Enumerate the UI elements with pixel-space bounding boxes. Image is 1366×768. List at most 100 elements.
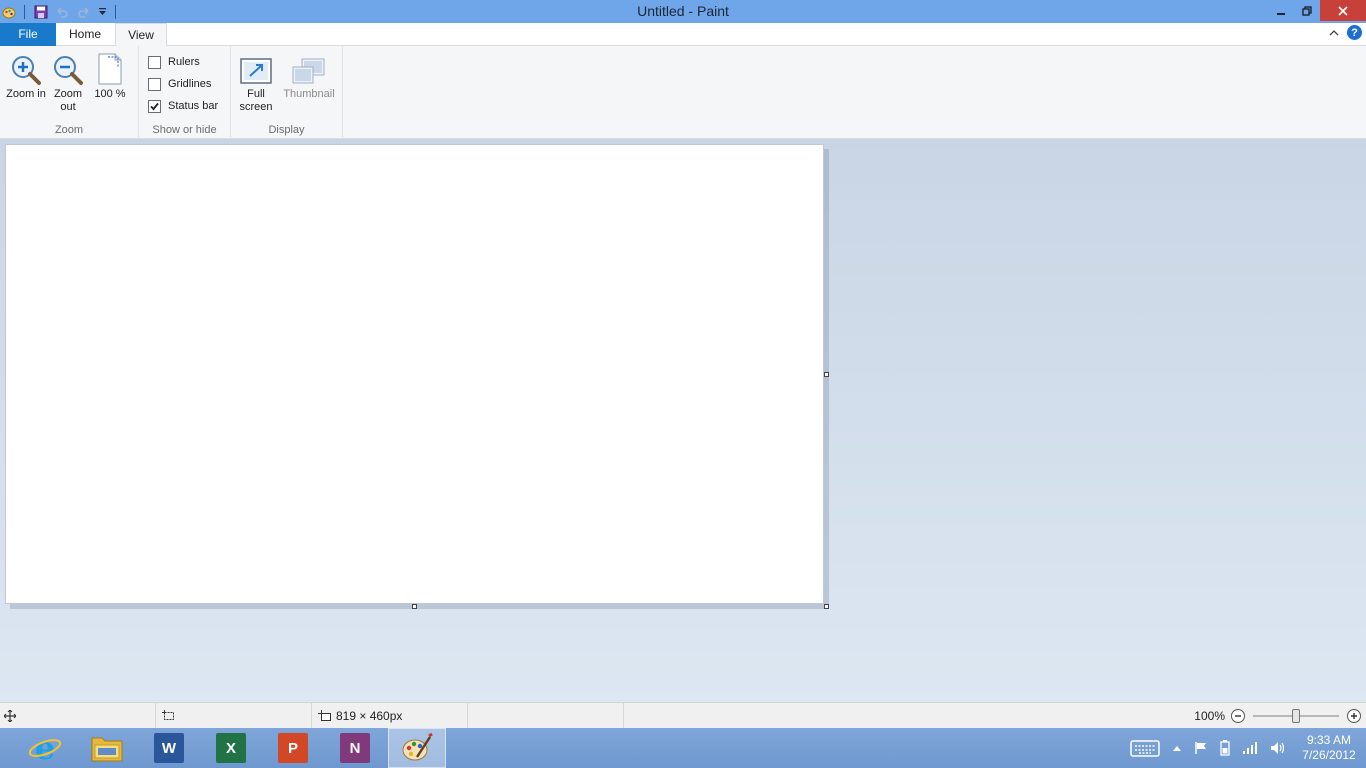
onenote-icon: N <box>340 733 370 763</box>
zoom-slider[interactable] <box>1253 709 1339 723</box>
zoom-controls: 100% <box>1194 703 1366 729</box>
gridlines-checkbox-box[interactable] <box>148 77 161 91</box>
canvas-size-text: 819 × 460px <box>336 709 403 723</box>
zoom-100-button[interactable]: 100 % <box>89 50 131 101</box>
show-hide-group-label: Show or hide <box>152 124 217 136</box>
save-icon[interactable] <box>31 0 51 23</box>
cursor-position-segment <box>0 703 156 729</box>
close-button[interactable] <box>1320 0 1366 21</box>
paint-app-icon[interactable] <box>0 0 18 23</box>
folder-icon <box>91 737 123 762</box>
resize-handle-bottom[interactable] <box>412 604 417 609</box>
selection-size-icon <box>162 710 174 720</box>
display-group: Full screen Thumbnail Display <box>231 46 343 139</box>
thumbnail-label: Thumbnail <box>283 88 335 100</box>
taskbar-powerpoint[interactable]: P <box>264 728 322 768</box>
status-bar-checkbox-box[interactable] <box>148 99 161 113</box>
minimize-button[interactable] <box>1268 0 1294 21</box>
minimize-icon <box>1277 12 1285 15</box>
taskbar: e W X P N 9:33 AM 7/26/2012 <box>0 728 1366 768</box>
tab-view[interactable]: View <box>115 23 167 47</box>
canvas-workspace <box>0 139 1366 702</box>
restore-icon <box>1302 5 1312 16</box>
full-screen-label: Full screen <box>239 88 273 113</box>
zoom-in-icon <box>12 56 41 85</box>
touch-keyboard-icon[interactable] <box>1130 738 1160 758</box>
zoom-out-status-button[interactable] <box>1231 709 1245 723</box>
quick-access-toolbar <box>0 0 122 23</box>
zoom-out-icon <box>54 56 83 85</box>
action-center-flag-icon[interactable] <box>1194 741 1208 755</box>
tab-file[interactable]: File <box>0 23 56 46</box>
system-tray: 9:33 AM 7/26/2012 <box>1124 728 1366 768</box>
clock-date: 7/26/2012 <box>1302 748 1356 762</box>
status-bar-checkbox[interactable]: Status bar <box>148 98 218 114</box>
volume-icon[interactable] <box>1270 741 1286 755</box>
zoom-slider-thumb[interactable] <box>1292 709 1300 723</box>
undo-icon[interactable] <box>51 0 73 23</box>
zoom-group-label: Zoom <box>54 124 84 136</box>
restore-button[interactable] <box>1294 0 1320 21</box>
drawing-canvas[interactable] <box>5 144 824 604</box>
canvas-size-icon <box>318 710 331 721</box>
window-title: Untitled - Paint <box>637 3 729 19</box>
rulers-checkbox[interactable]: Rulers <box>148 54 200 70</box>
status-bar-label: Status bar <box>168 100 219 112</box>
full-screen-icon <box>240 58 272 84</box>
rulers-checkbox-box[interactable] <box>148 55 161 69</box>
help-icon[interactable]: ? <box>1347 25 1362 40</box>
taskbar-clock[interactable]: 9:33 AM 7/26/2012 <box>1292 733 1366 763</box>
customize-qat-icon[interactable] <box>95 0 109 23</box>
taskbar-paint[interactable] <box>388 728 446 768</box>
show-hide-group: Rulers Gridlines Status bar Show or hide <box>139 46 231 139</box>
status-bar: 819 × 460px 100% <box>0 702 1366 729</box>
redo-icon[interactable] <box>73 0 95 23</box>
svg-text:e: e <box>35 732 55 764</box>
resize-handle-right[interactable] <box>824 372 829 377</box>
minus-icon <box>1235 715 1241 717</box>
zoom-in-button[interactable]: Zoom in <box>5 50 47 101</box>
cursor-position-icon <box>4 710 16 722</box>
taskbar-excel[interactable]: X <box>202 728 260 768</box>
network-signal-icon[interactable] <box>1242 741 1258 755</box>
zoom-in-status-button[interactable] <box>1347 709 1361 723</box>
ribbon-tab-bar: File Home View ? <box>0 23 1366 47</box>
excel-icon: X <box>216 733 246 763</box>
zoom-100-label: 100 % <box>94 88 126 100</box>
canvas-size-segment: 819 × 460px <box>312 703 468 729</box>
close-icon <box>1338 5 1348 16</box>
clock-time: 9:33 AM <box>1306 733 1352 747</box>
thumbnail-button[interactable]: Thumbnail <box>279 50 339 101</box>
taskbar-file-explorer[interactable] <box>78 728 136 768</box>
tab-home[interactable]: Home <box>56 23 114 46</box>
resize-handle-corner[interactable] <box>824 604 829 609</box>
file-size-segment <box>468 703 624 729</box>
show-hidden-icons-icon[interactable] <box>1172 744 1182 752</box>
paint-icon <box>402 733 433 761</box>
thumbnail-icon <box>292 58 325 84</box>
selection-size-segment <box>156 703 312 729</box>
taskbar-onenote[interactable]: N <box>326 728 384 768</box>
plus-icon <box>1351 713 1357 719</box>
battery-icon[interactable] <box>1220 740 1230 756</box>
zoom-percent: 100% <box>1194 709 1225 723</box>
display-group-label: Display <box>268 124 305 136</box>
rulers-label: Rulers <box>168 56 200 68</box>
zoom-out-label: Zoom out <box>53 88 83 113</box>
gridlines-checkbox[interactable]: Gridlines <box>148 76 211 92</box>
word-icon: W <box>154 733 184 763</box>
internet-explorer-icon: e <box>28 732 62 764</box>
zoom-in-label: Zoom in <box>6 88 46 100</box>
taskbar-internet-explorer[interactable]: e <box>16 728 74 768</box>
ribbon: Zoom in Zoom out 100 % Zoom Rulers Gridl… <box>0 46 1366 139</box>
zoom-out-button[interactable]: Zoom out <box>47 50 89 114</box>
actual-size-icon <box>98 53 122 85</box>
title-bar: Untitled - Paint <box>0 0 1366 23</box>
taskbar-word[interactable]: W <box>140 728 198 768</box>
minimize-ribbon-icon[interactable] <box>1329 26 1339 40</box>
full-screen-button[interactable]: Full screen <box>234 50 278 114</box>
gridlines-label: Gridlines <box>168 78 212 90</box>
powerpoint-icon: P <box>278 733 308 763</box>
checkmark-icon <box>150 102 159 110</box>
zoom-group: Zoom in Zoom out 100 % Zoom <box>0 46 139 139</box>
